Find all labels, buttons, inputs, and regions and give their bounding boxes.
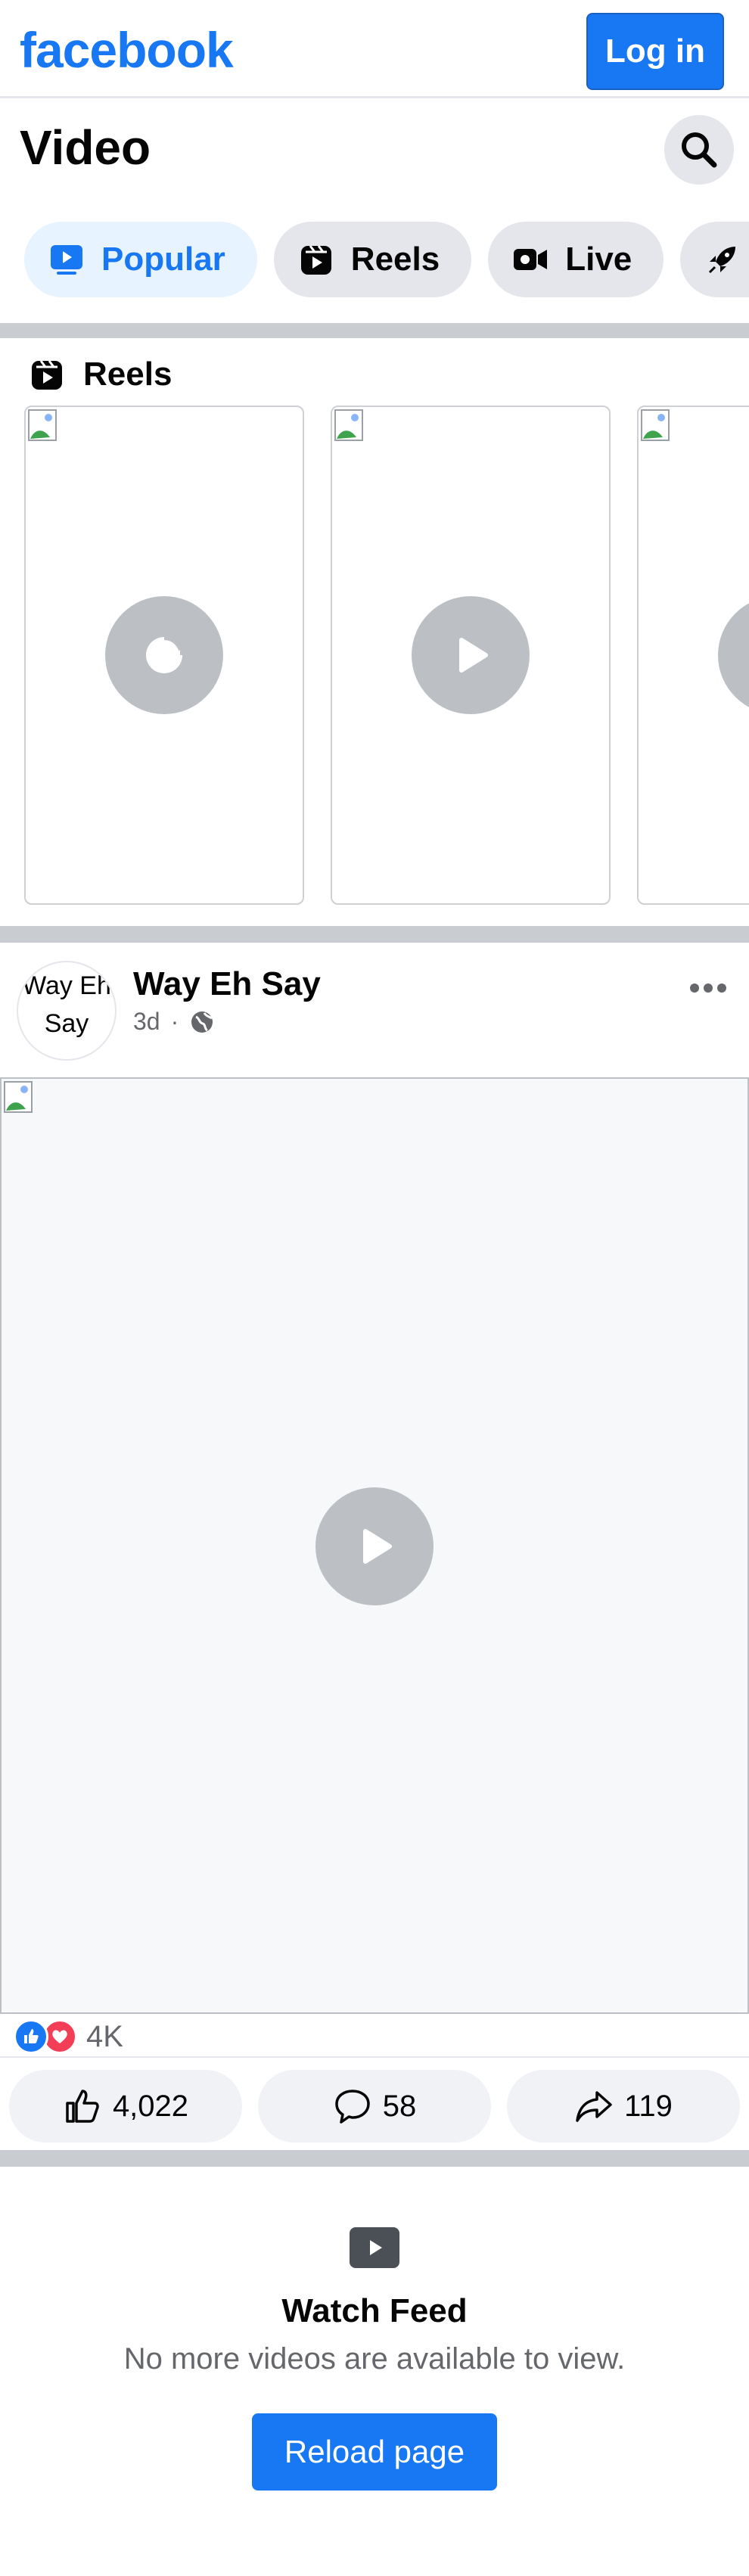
login-button[interactable]: Log in: [586, 13, 724, 90]
globe-icon: [191, 1011, 213, 1033]
reload-page-button[interactable]: Reload page: [252, 2413, 497, 2491]
post-actions: 4,022 58 119: [0, 2056, 749, 2149]
play-button[interactable]: [105, 596, 223, 714]
section-divider: [0, 2150, 749, 2167]
meta-separator: ·: [170, 1008, 179, 1035]
play-icon: [459, 638, 488, 673]
post-author[interactable]: Way Eh Say: [133, 965, 321, 1003]
search-button[interactable]: [664, 115, 734, 185]
reel-card[interactable]: [637, 406, 749, 905]
search-icon: [682, 132, 717, 168]
comment-icon: [335, 2090, 370, 2124]
play-button[interactable]: [718, 596, 749, 714]
avatar[interactable]: Way Eh Say: [17, 961, 117, 1061]
watch-feed-end: Watch Feed No more videos are available …: [0, 2167, 749, 2576]
tab-label: Popular: [101, 241, 225, 278]
watch-feed-title: Watch Feed: [281, 2292, 468, 2329]
play-screen-icon: [48, 241, 85, 278]
section-divider: [0, 926, 749, 943]
reels-icon: [298, 241, 334, 278]
section-divider: [0, 323, 749, 338]
tab-label: Reels: [350, 241, 440, 278]
post-age[interactable]: 3d: [133, 1008, 160, 1036]
video-player[interactable]: [0, 1077, 749, 2014]
post-meta: 3d ·: [133, 1008, 215, 1036]
facebook-logo[interactable]: facebook: [20, 20, 234, 80]
reel-card[interactable]: [331, 406, 611, 905]
comment-button[interactable]: 58: [258, 2070, 491, 2143]
live-camera-icon: [512, 241, 549, 278]
tab-reels[interactable]: Reels: [273, 222, 472, 297]
play-button[interactable]: [412, 596, 530, 714]
broken-image-icon: [334, 409, 363, 441]
watch-icon: [350, 2227, 399, 2268]
top-bar: facebook Log in: [0, 0, 749, 98]
reels-header: Reels: [30, 356, 172, 393]
reactions-summary[interactable]: 4K: [14, 2015, 123, 2058]
broken-image-icon: [641, 409, 670, 441]
like-reaction-icon: [14, 2019, 48, 2054]
reels-icon: [32, 360, 62, 390]
play-button[interactable]: [315, 1487, 434, 1605]
reactions-count: 4K: [86, 2019, 123, 2053]
like-button[interactable]: 4,022: [9, 2070, 242, 2143]
rocket-icon: [704, 241, 741, 278]
video-tabs: Popular Reels Live Ex: [24, 222, 749, 297]
page-title: Video: [20, 120, 151, 175]
loading-icon: [146, 634, 185, 673]
broken-image-icon: [28, 409, 57, 441]
like-count: 4,022: [112, 2089, 189, 2123]
thumbs-up-icon: [66, 2090, 99, 2123]
reels-title: Reels: [83, 356, 172, 393]
tab-popular[interactable]: Popular: [24, 222, 257, 297]
more-options-icon[interactable]: [690, 983, 731, 993]
watch-feed-message: No more videos are available to view.: [123, 2342, 626, 2376]
broken-image-icon: [4, 1081, 33, 1113]
reels-carousel[interactable]: [24, 406, 749, 905]
tab-explore[interactable]: Ex: [680, 222, 749, 297]
share-icon: [576, 2091, 612, 2122]
tab-live[interactable]: Live: [488, 222, 664, 297]
post-header: Way Eh Say Way Eh Say 3d ·: [0, 946, 749, 1067]
share-count: 119: [624, 2089, 673, 2123]
play-icon: [363, 1529, 392, 1564]
comment-count: 58: [382, 2089, 417, 2123]
share-button[interactable]: 119: [507, 2070, 740, 2143]
tab-label: Live: [565, 241, 632, 278]
reel-card[interactable]: [24, 406, 304, 905]
